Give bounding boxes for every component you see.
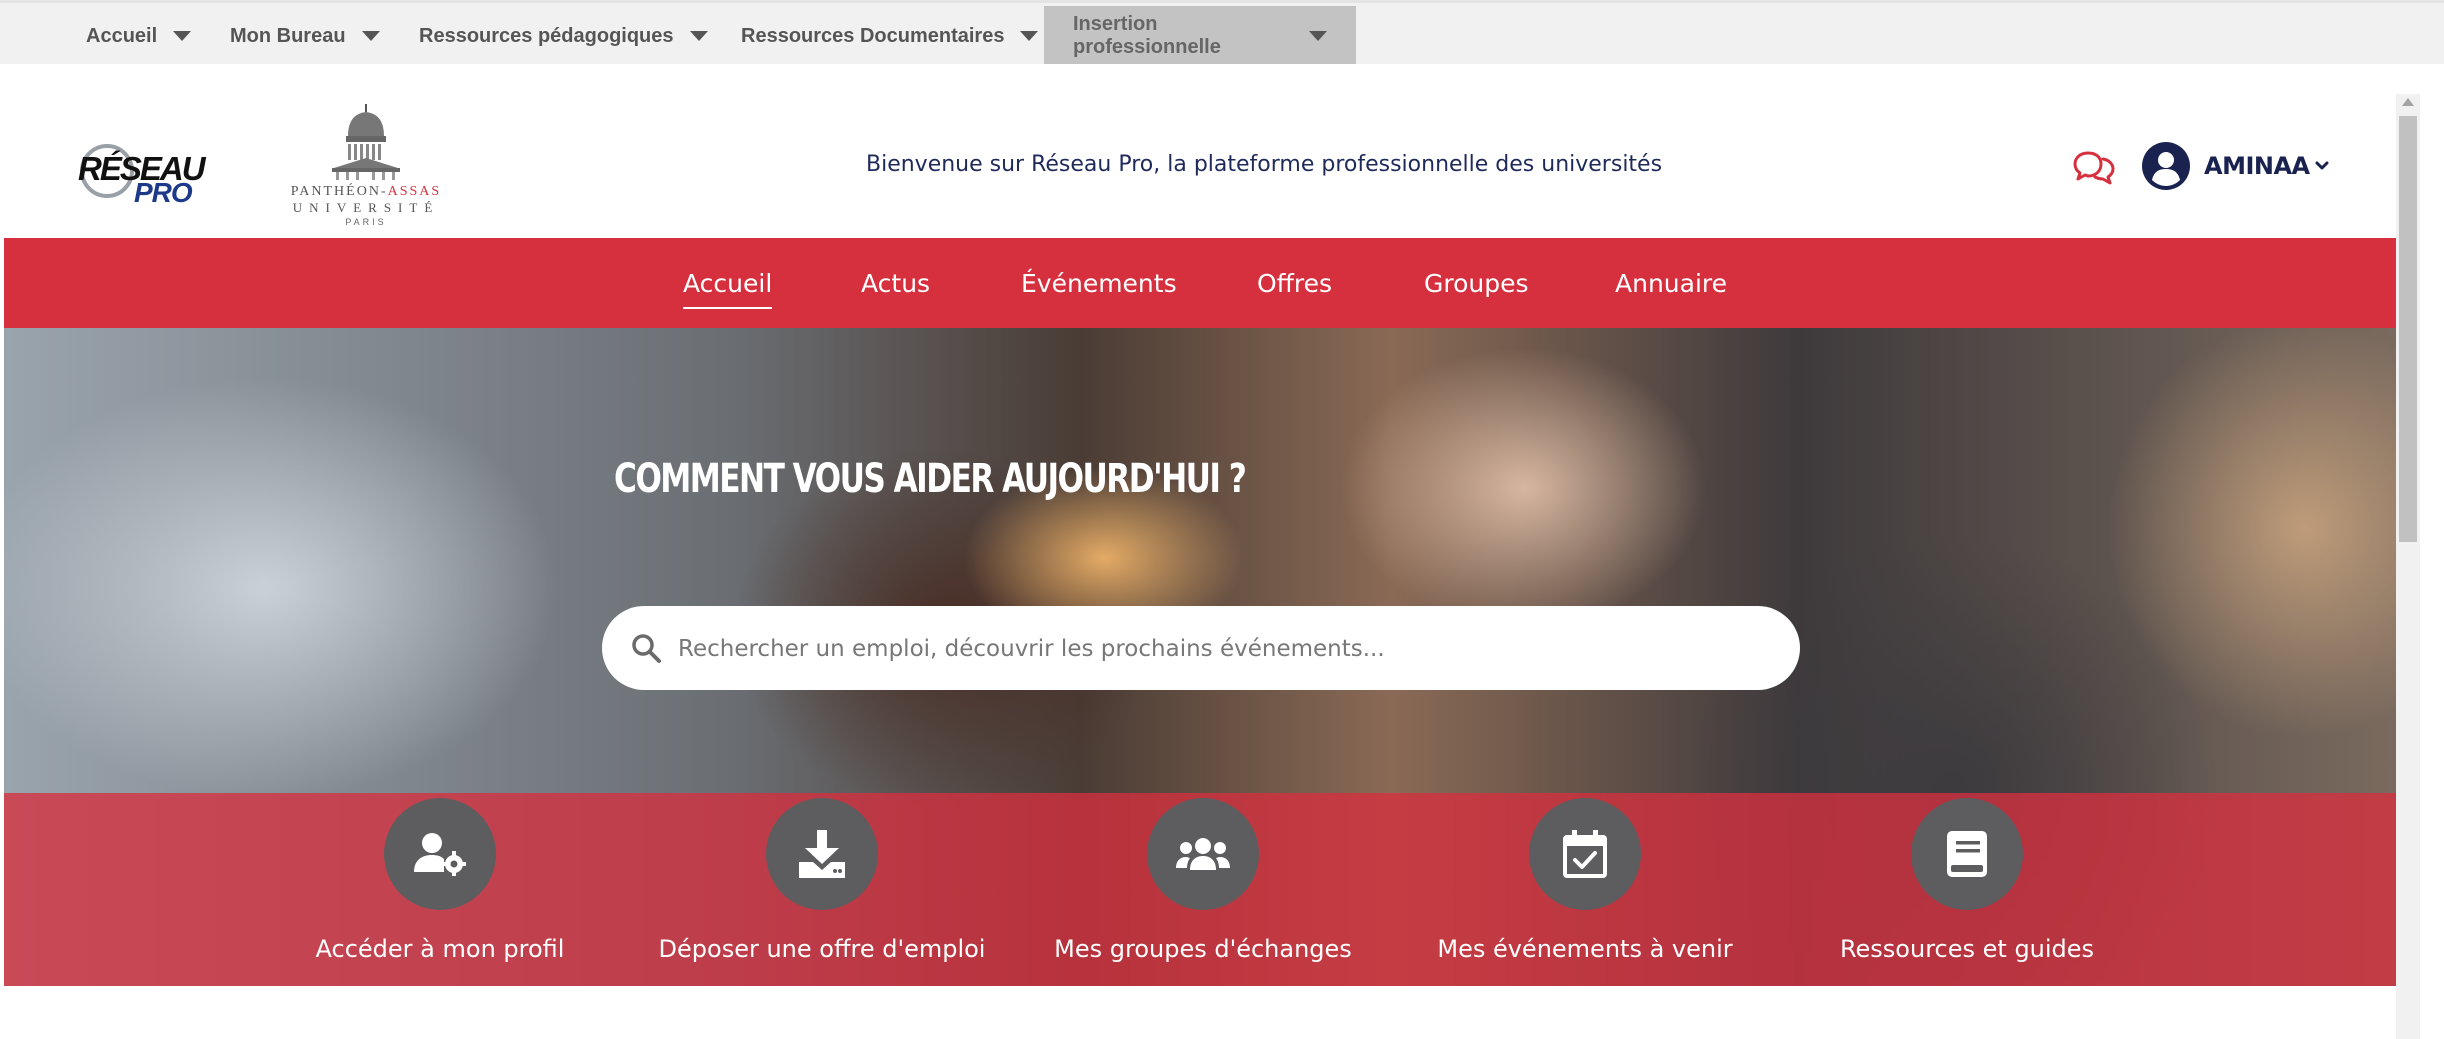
shortcut-label: Accéder à mon profil [315, 935, 565, 963]
caret-down-icon [1020, 31, 1039, 41]
shortcut-label: Déposer une offre d'emploi [658, 935, 986, 963]
topnav-item-mon-bureau[interactable]: Mon Bureau [201, 6, 409, 66]
book-icon [1947, 831, 1987, 877]
search-input[interactable] [676, 624, 1770, 674]
caret-down-icon [173, 31, 192, 41]
topnav-item-label: Ressources Documentaires [741, 24, 1005, 47]
chat-notification-icon[interactable] [2072, 144, 2116, 188]
nav-tab-actus[interactable]: Actus [861, 238, 930, 328]
nav-tab-evenements[interactable]: Événements [1021, 238, 1177, 328]
logo-line-2: UNIVERSITÉ [292, 200, 440, 215]
shortcut-label: Mes groupes d'échanges [1054, 935, 1352, 963]
shortcut-bubble [1147, 798, 1259, 910]
user-avatar-icon [2142, 142, 2190, 190]
site-frame: RÉSEAU PRO PANTHÉON-ASSAS UNIVERSITÉ PAR… [4, 64, 2396, 986]
shortcut-groups[interactable]: Mes groupes d'échanges [1022, 798, 1382, 978]
hero-title: COMMENT VOUS AIDER AUJOURD'HUI ? [614, 456, 1247, 502]
shortcut-label: Mes événements à venir [1437, 935, 1733, 963]
shortcut-post-job[interactable]: Déposer une offre d'emploi [641, 798, 1001, 978]
shortcut-bubble [1911, 798, 2023, 910]
topnav-item-insertion-professionnelle[interactable]: Insertion professionnelle [1044, 6, 1356, 66]
topnav-item-label: Insertion professionnelle [1073, 13, 1221, 58]
main-navigation: Accueil Actus Événements Offres Groupes … [4, 238, 2396, 328]
shortcut-resources[interactable]: Ressources et guides [1786, 798, 2146, 978]
university-logo[interactable]: PANTHÉON-ASSAS UNIVERSITÉ PARIS [276, 102, 456, 227]
caret-down-icon [361, 31, 380, 41]
logo-line-3: PARIS [345, 217, 387, 227]
user-gear-icon [414, 833, 466, 876]
shortcut-bubble [384, 798, 496, 910]
logo-line-1b: ASSAS [387, 184, 442, 199]
user-name: AMINAA [2204, 152, 2310, 180]
users-group-icon [1176, 838, 1230, 870]
chevron-down-icon [2315, 161, 2329, 170]
topnav-item-label: Accueil [86, 24, 158, 47]
logo-line-1: PANTHÉON-ASSAS [276, 184, 456, 200]
logo-text-pro: PRO [134, 177, 193, 208]
shortcut-events[interactable]: Mes événements à venir [1404, 798, 1764, 978]
shortcut-bubble [766, 798, 878, 910]
scroll-up-arrow-icon[interactable] [2402, 98, 2414, 106]
topnav-item-label: Mon Bureau [230, 24, 346, 47]
welcome-message: Bienvenue sur Réseau Pro, la plateforme … [866, 152, 1663, 177]
reseau-pro-logo[interactable]: RÉSEAU PRO [74, 134, 206, 208]
nav-tab-groupes[interactable]: Groupes [1424, 238, 1529, 328]
topnav-item-ressources-pedagogiques[interactable]: Ressources pédagogiques [390, 6, 737, 66]
page-scrollbar[interactable] [2396, 94, 2420, 1039]
user-menu[interactable]: AMINAA [2140, 138, 2330, 194]
topnav-item-label: Ressources pédagogiques [419, 24, 674, 47]
nav-tab-annuaire[interactable]: Annuaire [1615, 238, 1727, 328]
top-navigation-bar: Accueil Mon Bureau Ressources pédagogiqu… [0, 0, 2444, 66]
scrollbar-thumb[interactable] [2399, 116, 2417, 542]
topnav-item-ressources-documentaires[interactable]: Ressources Documentaires [712, 6, 1067, 66]
shortcut-label: Ressources et guides [1839, 935, 2095, 963]
nav-tab-offres[interactable]: Offres [1257, 238, 1332, 328]
search-icon [632, 634, 661, 663]
site-header: RÉSEAU PRO PANTHÉON-ASSAS UNIVERSITÉ PAR… [4, 64, 2396, 238]
caret-down-icon [689, 31, 708, 41]
shortcut-profile[interactable]: Accéder à mon profil [259, 798, 619, 978]
caret-down-icon [1309, 31, 1327, 41]
search-bar[interactable] [602, 606, 1800, 690]
topnav-item-accueil[interactable]: Accueil [57, 6, 220, 66]
shortcut-bubble [1529, 798, 1641, 910]
calendar-check-icon [1563, 830, 1607, 878]
logo-line-1a: PANTHÉON- [290, 184, 388, 199]
nav-tab-accueil[interactable]: Accueil [683, 238, 773, 328]
hero-banner: COMMENT VOUS AIDER AUJOURD'HUI ? Recherc… [4, 328, 2396, 986]
pantheon-dome-icon [332, 104, 400, 180]
download-icon [799, 830, 845, 878]
